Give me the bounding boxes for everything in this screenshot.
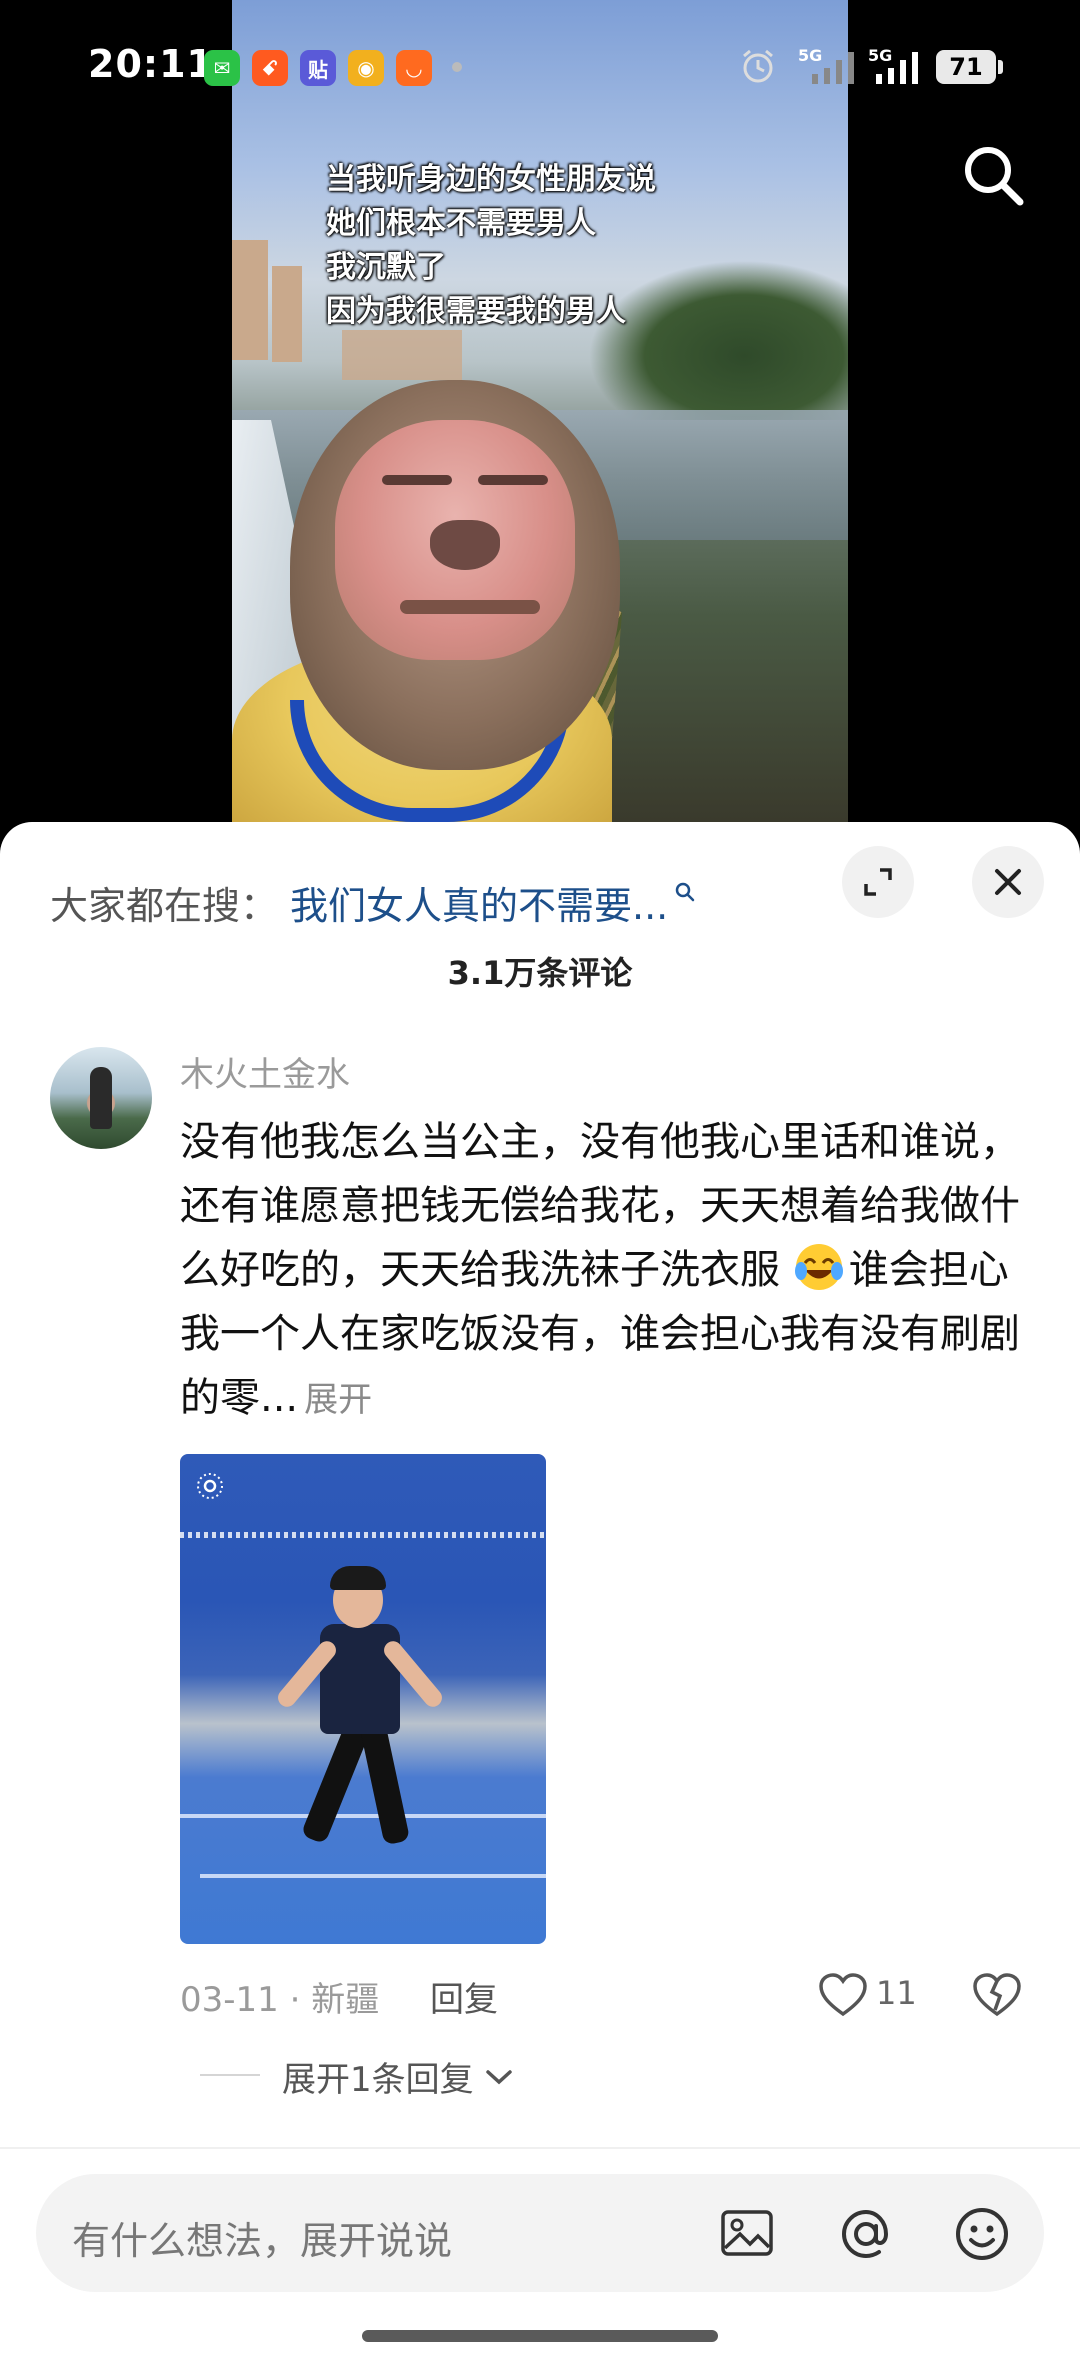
trending-search-row[interactable]: 大家都在搜： 我们女人真的不需要...	[50, 862, 696, 942]
court-line	[200, 1874, 546, 1878]
taobao-like-icon: ◡	[396, 50, 432, 86]
close-button[interactable]	[972, 846, 1044, 918]
search-icon[interactable]	[958, 140, 1028, 210]
comment-input[interactable]: 有什么想法，展开说说	[36, 2174, 1044, 2292]
comment-sheet: 大家都在搜： 我们女人真的不需要... 3.1万条评论 木火土金水 没有他我怎么…	[0, 822, 1080, 2362]
laughing-emoji-icon	[794, 1244, 843, 1290]
comment-image[interactable]	[180, 1454, 546, 1944]
xiaohongshu-like-icon: ꗃ	[252, 50, 288, 86]
player-leg	[300, 1723, 370, 1845]
tieba-icon: 贴	[300, 50, 336, 86]
broken-heart-icon[interactable]	[972, 1972, 1022, 2018]
comment-text[interactable]: 没有他我怎么当公主，没有他我心里话和谁说，还有谁愿意把钱无偿给我花，天天想着给我…	[180, 1110, 1040, 1432]
player-hair	[330, 1566, 386, 1590]
monkey-nose	[430, 520, 500, 570]
caption-line: 她们根本不需要男人	[326, 206, 596, 241]
expand-replies-button[interactable]: 展开1条回复	[282, 2052, 514, 2101]
chevron-down-icon	[485, 2069, 512, 2084]
more-notifications-dot	[452, 62, 462, 72]
like-count: 11	[876, 1974, 917, 2012]
search-mini-icon	[676, 882, 695, 902]
trending-search-link[interactable]: 我们女人真的不需要...	[290, 875, 668, 930]
signal-icon	[876, 52, 918, 84]
player-leg	[359, 1722, 411, 1846]
input-divider	[0, 2147, 1080, 2149]
image-icon[interactable]	[718, 2204, 776, 2262]
replies-divider	[200, 2074, 260, 2076]
comment-count: 3.1万条评论	[447, 954, 633, 992]
trending-search-prefix: 大家都在搜：	[50, 883, 279, 928]
caption-line: 我沉默了	[326, 250, 446, 285]
weibo-icon: ◉	[348, 50, 384, 86]
monkey-eye	[382, 475, 452, 485]
avatar-figure	[90, 1067, 112, 1129]
badminton-net	[180, 1532, 546, 1538]
status-bar: 20:11 ✉ ꗃ 贴 ◉ ◡ 5G 5G 71	[0, 0, 1080, 130]
close-icon	[995, 869, 1021, 895]
clock: 20:11	[88, 42, 214, 86]
expand-replies-label: 展开1条回复	[282, 2060, 474, 2100]
signal-icon	[812, 52, 854, 84]
expand-fullscreen-button[interactable]	[842, 846, 914, 918]
video-caption: 当我听身边的女性朋友说 她们根本不需要男人 我沉默了 因为我很需要我的男人	[326, 158, 656, 334]
alarm-icon	[743, 49, 773, 83]
building	[342, 330, 462, 380]
expand-comment-link[interactable]: 展开	[304, 1380, 372, 1420]
wechat-icon: ✉	[204, 50, 240, 86]
emoji-icon[interactable]	[952, 2204, 1012, 2264]
building	[272, 266, 302, 362]
reply-button[interactable]: 回复	[430, 1972, 498, 2021]
heart-icon[interactable]	[818, 1972, 868, 2018]
avatar[interactable]	[50, 1047, 152, 1149]
comment-username[interactable]: 木火土金水	[180, 1047, 350, 1096]
comment-date-location: 03-11 · 新疆	[180, 1980, 380, 2020]
live-photo-icon	[197, 1473, 223, 1499]
monkey-mouth	[400, 600, 540, 614]
monkey-eye	[478, 475, 548, 485]
building	[232, 240, 268, 360]
mention-icon[interactable]	[836, 2204, 896, 2264]
battery-cap	[998, 60, 1003, 74]
court-line	[180, 1814, 546, 1818]
home-indicator[interactable]	[362, 2330, 718, 2342]
battery-indicator: 71	[936, 50, 996, 84]
caption-line: 当我听身边的女性朋友说	[326, 162, 656, 197]
comment-input-placeholder: 有什么想法，展开说说	[72, 2219, 453, 2263]
caption-line: 因为我很需要我的男人	[326, 294, 626, 329]
expand-icon	[864, 868, 892, 896]
player-body	[320, 1624, 400, 1734]
